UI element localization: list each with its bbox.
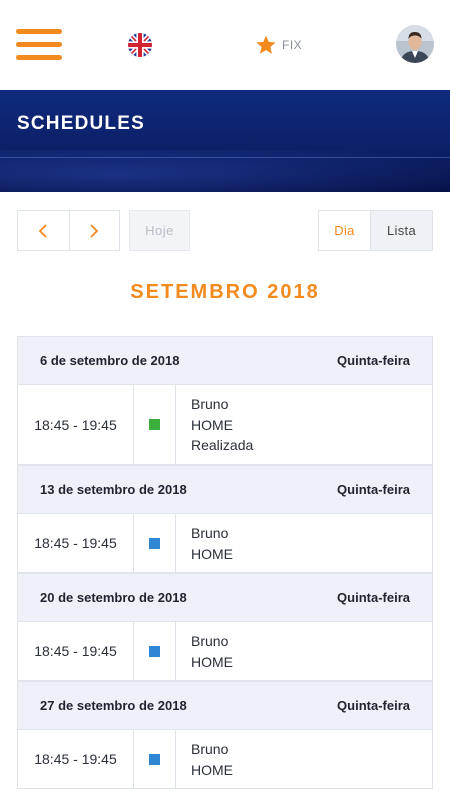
chevron-left-icon	[38, 223, 47, 238]
event-name: Bruno	[191, 525, 229, 541]
fix-label: FIX	[282, 38, 303, 52]
prev-button[interactable]	[18, 211, 69, 250]
day-header: 6 de setembro de 2018 Quinta-feira	[18, 336, 432, 385]
chevron-right-icon	[90, 223, 99, 238]
day-weekday: Quinta-feira	[337, 590, 410, 605]
month-title: SETEMBRO 2018	[130, 281, 320, 303]
hamburger-line	[16, 42, 62, 47]
event-name: Bruno	[191, 741, 229, 757]
event-time: 18:45 - 19:45	[18, 385, 134, 464]
event-row[interactable]: 18:45 - 19:45 Bruno HOME	[18, 514, 432, 573]
user-avatar[interactable]	[396, 25, 434, 63]
day-header: 20 de setembro de 2018 Quinta-feira	[18, 573, 432, 622]
event-status-marker	[134, 385, 176, 464]
status-square-icon	[149, 419, 160, 430]
star-icon	[256, 35, 276, 54]
event-status-marker	[134, 730, 176, 788]
uk-flag-icon[interactable]	[128, 33, 152, 57]
day-date: 6 de setembro de 2018	[40, 353, 180, 368]
day-weekday: Quinta-feira	[337, 698, 410, 713]
schedule-list: 6 de setembro de 2018 Quinta-feira 18:45…	[17, 336, 433, 789]
day-date: 13 de setembro de 2018	[40, 482, 187, 497]
event-details: Bruno HOME	[176, 514, 248, 572]
day-weekday: Quinta-feira	[337, 353, 410, 368]
status-square-icon	[149, 753, 160, 765]
event-row[interactable]: 18:45 - 19:45 Bruno HOME Realizada	[18, 385, 432, 465]
event-location: HOME	[191, 653, 233, 670]
event-location: HOME	[191, 416, 233, 433]
day-header: 13 de setembro de 2018 Quinta-feira	[18, 465, 432, 514]
event-time: 18:45 - 19:45	[18, 514, 134, 572]
page-header: SCHEDULES	[0, 90, 450, 192]
view-day-button[interactable]: Dia	[319, 211, 370, 250]
event-time: 18:45 - 19:45	[18, 622, 134, 680]
hamburger-line	[16, 55, 62, 60]
view-list-button[interactable]: Lista	[370, 211, 432, 250]
day-header: 27 de setembro de 2018 Quinta-feira	[18, 681, 432, 730]
hamburger-icon[interactable]	[16, 29, 62, 61]
event-status: Realizada	[191, 437, 254, 453]
status-square-icon	[149, 645, 160, 657]
event-details: Bruno HOME	[176, 730, 248, 788]
event-status-marker	[134, 622, 176, 680]
next-button[interactable]	[68, 211, 120, 250]
today-button[interactable]: Hoje	[129, 210, 190, 251]
day-weekday: Quinta-feira	[337, 482, 410, 497]
status-square-icon	[149, 537, 160, 549]
header-divider	[0, 157, 450, 158]
view-switcher: Dia Lista	[318, 210, 433, 251]
event-details: Bruno HOME Realizada	[176, 385, 268, 464]
page-title: SCHEDULES	[17, 113, 145, 134]
event-row[interactable]: 18:45 - 19:45 Bruno HOME	[18, 730, 432, 789]
event-time: 18:45 - 19:45	[18, 730, 134, 788]
event-name: Bruno	[191, 396, 229, 412]
event-name: Bruno	[191, 633, 229, 649]
top-bar: FIX	[0, 0, 450, 90]
event-row[interactable]: 18:45 - 19:45 Bruno HOME	[18, 622, 432, 681]
day-date: 27 de setembro de 2018	[40, 698, 187, 713]
fix-button[interactable]: FIX	[255, 33, 302, 57]
hamburger-line	[16, 29, 62, 34]
date-navigation	[17, 210, 120, 251]
event-location: HOME	[191, 545, 233, 562]
event-status-marker	[134, 514, 176, 572]
day-date: 20 de setembro de 2018	[40, 590, 187, 605]
event-location: HOME	[191, 761, 233, 778]
event-details: Bruno HOME	[176, 622, 248, 680]
